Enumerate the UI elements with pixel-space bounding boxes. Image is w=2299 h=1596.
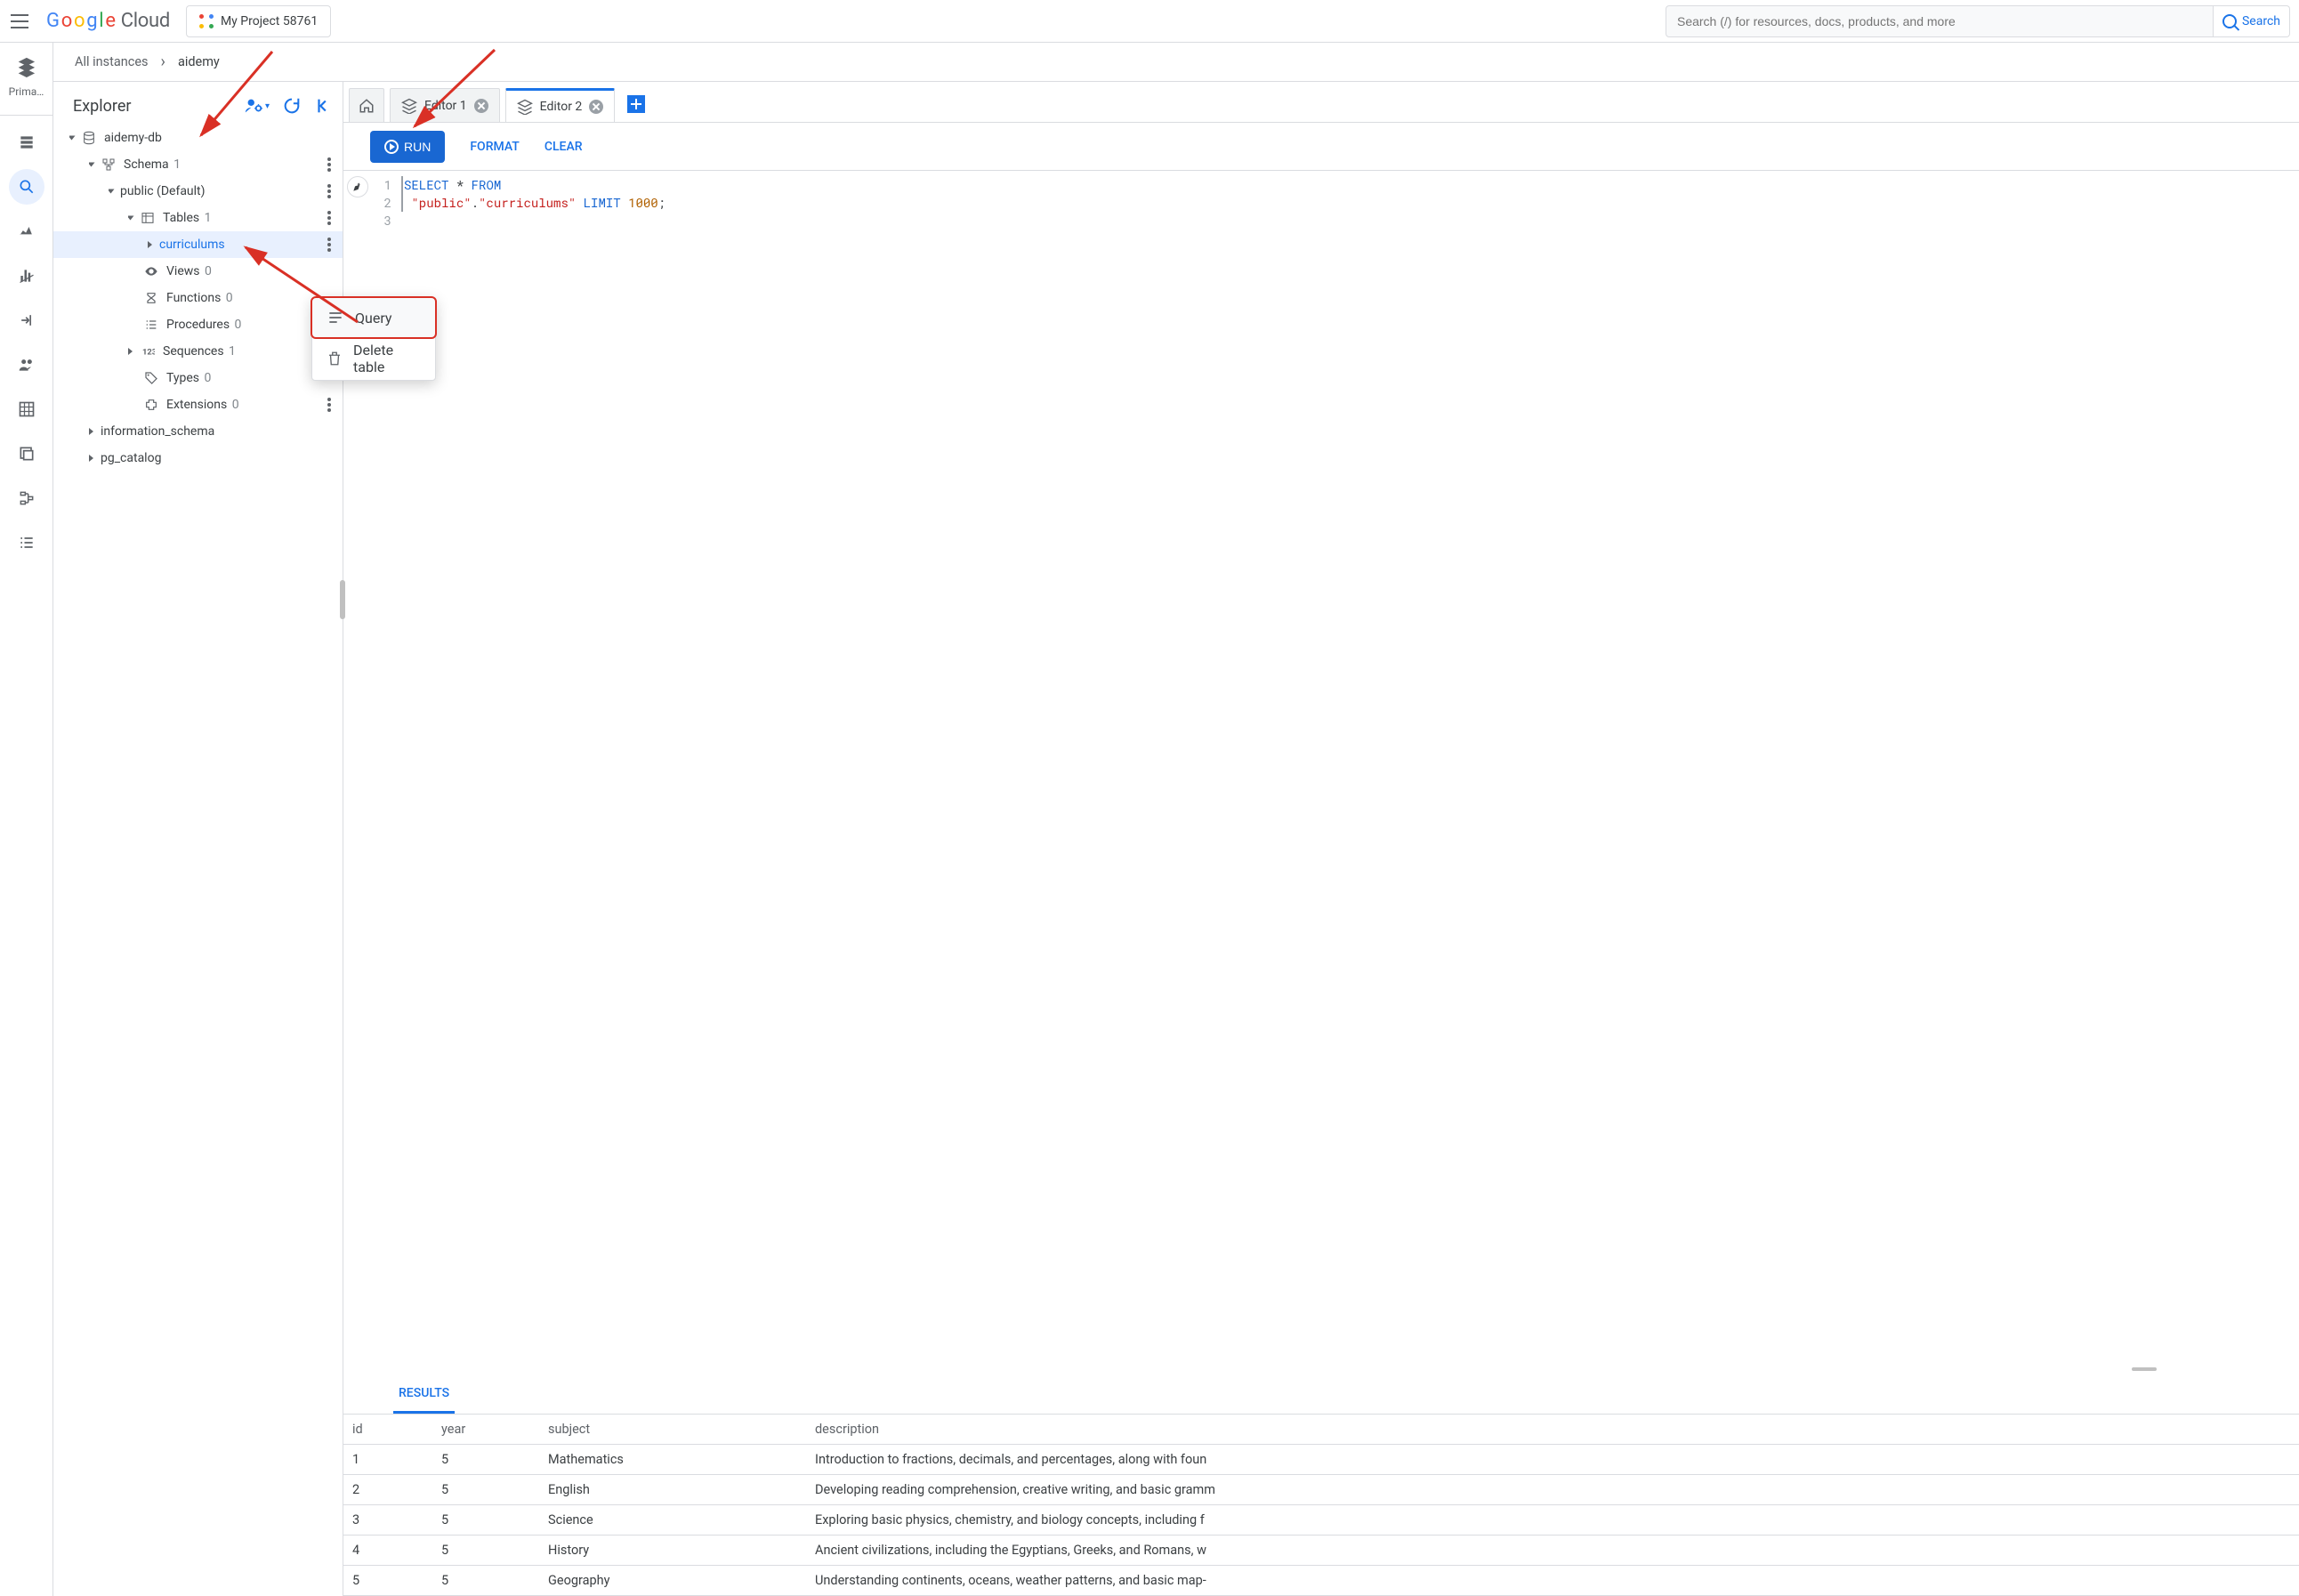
results-resize-handle[interactable] — [343, 1363, 2299, 1375]
table-row[interactable]: 25EnglishDeveloping reading comprehensio… — [343, 1475, 2299, 1505]
results-tabs: RESULTS — [343, 1375, 2299, 1415]
sql-editor[interactable]: 123 SELECT * FROM "public"."curriculums"… — [343, 171, 2299, 1363]
table-row[interactable]: 35ScienceExploring basic physics, chemis… — [343, 1505, 2299, 1536]
manage-users-button[interactable]: ▾ — [244, 96, 270, 116]
refresh-button[interactable] — [282, 96, 302, 116]
clear-button[interactable]: CLEAR — [544, 140, 583, 154]
tree-sequences[interactable]: 123 Sequences 1 — [53, 338, 343, 365]
run-button[interactable]: RUN — [370, 131, 445, 163]
tree-public[interactable]: public (Default) — [53, 178, 343, 205]
breadcrumb-root[interactable]: All instances — [75, 54, 149, 69]
google-cloud-logo[interactable]: Google Cloud — [46, 10, 170, 32]
editor-tabs: Editor 1 Editor 2 — [343, 82, 2299, 123]
sequence-icon: 123 — [140, 344, 156, 359]
search-wrap: Search — [1666, 5, 2290, 37]
rail-users-icon[interactable] — [9, 347, 44, 383]
format-button[interactable]: FORMAT — [470, 140, 520, 154]
editor-toolbar: RUN FORMAT CLEAR — [343, 123, 2299, 171]
ai-suggest-icon[interactable] — [347, 176, 368, 197]
kebab-icon[interactable] — [321, 210, 337, 226]
kebab-icon[interactable] — [321, 237, 337, 253]
table-row[interactable]: 45HistoryAncient civilizations, includin… — [343, 1536, 2299, 1566]
layers-icon — [517, 99, 533, 115]
trash-icon — [327, 350, 343, 367]
search-input[interactable] — [1666, 5, 2214, 37]
breadcrumb-leaf: aidemy — [178, 54, 220, 69]
close-icon[interactable] — [589, 100, 603, 114]
rail-tree-icon[interactable] — [9, 480, 44, 516]
rail-query-icon[interactable] — [9, 169, 44, 205]
service-label: Prima… — [0, 85, 52, 98]
tree-database[interactable]: aidemy-db — [53, 125, 343, 151]
explorer-title: Explorer — [73, 97, 132, 116]
table-row[interactable]: 55GeographyUnderstanding continents, oce… — [343, 1566, 2299, 1596]
rail-analytics-icon[interactable] — [9, 258, 44, 294]
ctx-query[interactable]: Query — [311, 296, 437, 339]
table-row[interactable]: 15MathematicsIntroduction to fractions, … — [343, 1445, 2299, 1475]
puzzle-icon — [143, 398, 159, 412]
col-id[interactable]: id — [343, 1415, 432, 1445]
collapse-panel-button[interactable] — [314, 96, 334, 116]
list-icon — [143, 318, 159, 332]
add-tab-button[interactable] — [627, 95, 645, 113]
editor-panel: Editor 1 Editor 2 RUN FORMAT — [343, 82, 2299, 1596]
rail-import-icon[interactable] — [9, 302, 44, 338]
tab-home[interactable] — [349, 88, 384, 122]
tree-extensions[interactable]: Extensions 0 — [53, 391, 343, 418]
eye-icon — [143, 264, 159, 278]
project-selector[interactable]: My Project 58761 — [186, 5, 331, 37]
notes-icon — [327, 309, 344, 326]
kebab-icon[interactable] — [321, 157, 337, 173]
results-table: id year subject description 15Mathematic… — [343, 1415, 2299, 1596]
chevron-right-icon: › — [161, 52, 165, 71]
layers-icon — [401, 98, 417, 114]
tree-information-schema[interactable]: information_schema — [53, 418, 343, 445]
breadcrumb: All instances › aidemy — [53, 43, 2299, 82]
database-icon — [81, 131, 97, 145]
rail-overview-icon[interactable] — [9, 125, 44, 160]
project-dots-icon — [199, 14, 214, 28]
tag-icon — [143, 371, 159, 385]
tree-pg-catalog[interactable]: pg_catalog — [53, 445, 343, 472]
search-button[interactable]: Search — [2214, 5, 2290, 37]
svg-text:123: 123 — [142, 347, 155, 357]
tree-table-curriculums[interactable]: curriculums — [53, 231, 343, 258]
schema-icon — [101, 157, 117, 172]
tab-editor-2[interactable]: Editor 2 — [505, 88, 616, 122]
project-name: My Project 58761 — [221, 14, 318, 28]
tree-tables[interactable]: Tables 1 — [53, 205, 343, 231]
table-icon — [140, 211, 156, 225]
ctx-delete[interactable]: Delete table — [312, 337, 435, 380]
explorer-panel: Explorer ▾ — [53, 82, 343, 1596]
kebab-icon[interactable] — [321, 183, 337, 199]
service-rail: Prima… — [0, 43, 53, 1596]
results-tab[interactable]: RESULTS — [393, 1375, 455, 1414]
search-icon — [2222, 14, 2237, 28]
tree-schema[interactable]: Schema 1 — [53, 151, 343, 178]
col-subject[interactable]: subject — [539, 1415, 806, 1445]
table-context-menu: Query Delete table — [311, 297, 436, 381]
close-icon[interactable] — [474, 99, 488, 113]
tree-procedures[interactable]: Procedures 0 — [53, 311, 343, 338]
service-icon[interactable] — [14, 55, 39, 80]
nav-menu-button[interactable] — [9, 11, 30, 32]
sigma-icon — [143, 291, 159, 305]
rail-grid-icon[interactable] — [9, 391, 44, 427]
rail-backup-icon[interactable] — [9, 436, 44, 472]
rail-list-icon[interactable] — [9, 525, 44, 560]
home-icon — [359, 98, 375, 114]
kebab-icon[interactable] — [321, 397, 337, 413]
tree-views[interactable]: Views 0 — [53, 258, 343, 285]
col-year[interactable]: year — [432, 1415, 539, 1445]
tree-types[interactable]: Types 0 — [53, 365, 343, 391]
tab-editor-1[interactable]: Editor 1 — [390, 88, 500, 122]
rail-monitor-icon[interactable] — [9, 214, 44, 249]
tree-functions[interactable]: Functions 0 — [53, 285, 343, 311]
col-description[interactable]: description — [806, 1415, 2299, 1445]
explorer-tree: aidemy-db Schema 1 public (Default) — [53, 125, 343, 1596]
top-bar: Google Cloud My Project 58761 Search — [0, 0, 2299, 43]
